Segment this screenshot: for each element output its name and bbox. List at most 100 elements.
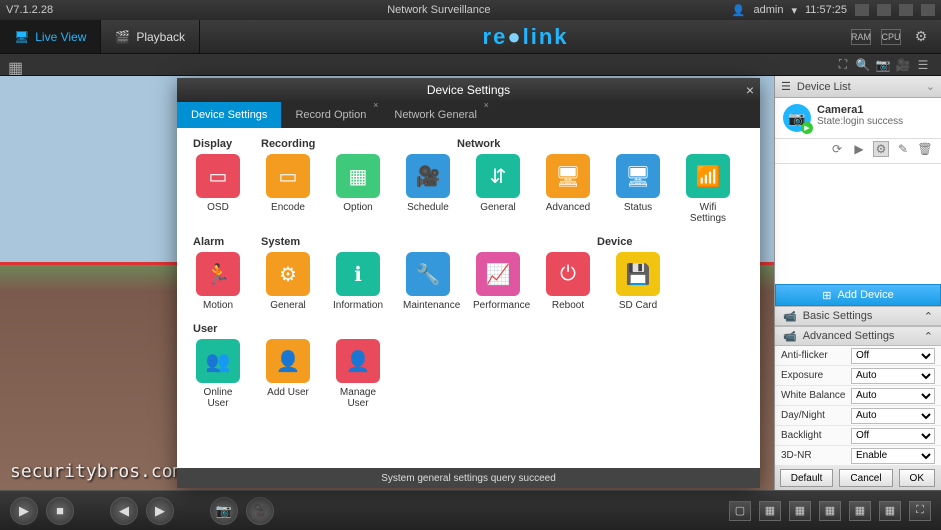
section-display: Display <box>193 138 261 150</box>
tile-online-user[interactable]: 👥Online User <box>193 339 243 409</box>
net-general-icon: ⇵ <box>476 154 520 198</box>
maximize-button[interactable] <box>877 4 891 16</box>
antiflicker-select[interactable]: Off <box>851 348 935 364</box>
tab-device-settings[interactable]: Device Settings <box>177 102 281 128</box>
camera-item[interactable]: 📷 Camera1 State:login success <box>775 98 941 139</box>
device-list-empty <box>775 164 941 284</box>
settings-footer: Default Cancel OK <box>775 466 941 490</box>
camera-settings-icon[interactable]: ⚙ <box>873 141 889 157</box>
tile-information[interactable]: ℹInformation <box>333 252 383 311</box>
layout-icon[interactable]: ▦ <box>8 58 26 72</box>
basic-settings-header[interactable]: 📹 Basic Settings ⌃ <box>775 306 941 326</box>
device-settings-modal: Device Settings × Device Settings Record… <box>177 78 760 488</box>
cancel-button[interactable]: Cancel <box>839 469 892 487</box>
tab-playback[interactable]: 🎬 Playback <box>101 20 200 53</box>
play-icon[interactable]: ▶ <box>851 141 867 157</box>
backlight-select[interactable]: Off <box>851 428 935 444</box>
record-icon[interactable]: 🎥 <box>893 58 913 72</box>
tab-close-icon[interactable]: × <box>373 100 378 110</box>
list-icon: ☰ <box>781 80 791 93</box>
tile-motion[interactable]: 🏃Motion <box>193 252 243 311</box>
layout-36-button[interactable]: ▦ <box>879 501 901 521</box>
tab-close-icon[interactable]: × <box>484 100 489 110</box>
net-advanced-icon: 🖥 <box>546 154 590 198</box>
tile-reboot[interactable]: ⏻Reboot <box>543 252 593 311</box>
settings-gear-icon[interactable]: ⚙ <box>911 29 931 45</box>
exposure-select[interactable]: Auto <box>851 368 935 384</box>
schedule-icon: 🎥 <box>406 154 450 198</box>
more-icon[interactable]: ☰ <box>913 58 933 72</box>
snapshot-icon[interactable]: 📷 <box>873 58 893 72</box>
tile-osd[interactable]: ▭OSD <box>193 154 243 224</box>
tile-manage-user[interactable]: 👤Manage User <box>333 339 383 409</box>
ok-button[interactable]: OK <box>899 469 935 487</box>
tile-option[interactable]: ▦Option <box>333 154 383 224</box>
antiflicker-label: Anti-flicker <box>781 350 851 361</box>
layout-1-button[interactable]: ▢ <box>729 501 751 521</box>
device-list-header[interactable]: ☰ Device List ⌄ <box>775 76 941 98</box>
brand-logo: re●link <box>200 24 851 50</box>
refresh-icon[interactable]: ⟳ <box>829 141 845 157</box>
video-viewport[interactable]: securitybros.com Device Settings × Devic… <box>0 76 774 490</box>
tile-performance[interactable]: 📈Performance <box>473 252 523 311</box>
right-panel: ☰ Device List ⌄ 📷 Camera1 State:login su… <box>774 76 941 490</box>
layout-16-button[interactable]: ▦ <box>819 501 841 521</box>
tile-encode[interactable]: ▭Encode <box>263 154 313 224</box>
layout-25-button[interactable]: ▦ <box>849 501 871 521</box>
performance-icon: 📈 <box>476 252 520 296</box>
camera-small-icon: 📹 <box>783 330 797 343</box>
tile-add-user[interactable]: 👤Add User <box>263 339 313 409</box>
modal-title-label: Device Settings <box>427 83 510 97</box>
manage-user-icon: 👤 <box>336 339 380 383</box>
edit-icon[interactable]: ✎ <box>895 141 911 157</box>
wifi-icon: 📶 <box>686 154 730 198</box>
record-button[interactable]: 🎥 <box>246 497 274 525</box>
stop-button[interactable]: ■ <box>46 497 74 525</box>
playback-label: Playback <box>136 30 185 44</box>
advanced-settings-header[interactable]: 📹 Advanced Settings ⌃ <box>775 326 941 346</box>
tile-net-general[interactable]: ⇵General <box>473 154 523 224</box>
lock-button[interactable] <box>899 4 913 16</box>
modal-close-button[interactable]: × <box>746 82 754 98</box>
tile-maintenance[interactable]: 🔧Maintenance <box>403 252 453 311</box>
tile-sdcard[interactable]: 💾SD Card <box>613 252 663 311</box>
tab-record-option[interactable]: Record Option× <box>281 102 380 128</box>
camera-icon: 📷 <box>783 104 811 132</box>
zoom-icon[interactable]: 🔍 <box>853 58 873 72</box>
tile-net-status[interactable]: 🖥Status <box>613 154 663 224</box>
nr3d-label: 3D-NR <box>781 450 851 461</box>
chevron-up-icon: ⌃ <box>924 310 933 323</box>
daynight-select[interactable]: Auto <box>851 408 935 424</box>
user-icon: 👤 <box>732 4 746 17</box>
next-button[interactable]: ▶ <box>146 497 174 525</box>
modal-tabs: Device Settings Record Option× Network G… <box>177 102 760 128</box>
nr3d-select[interactable]: Enable <box>851 448 935 464</box>
close-button[interactable] <box>921 4 935 16</box>
default-button[interactable]: Default <box>780 469 834 487</box>
tile-net-advanced[interactable]: 🖥Advanced <box>543 154 593 224</box>
playback-control-bar: ▶ ■ ◀ ▶ 📷 🎥 ▢ ▦ ▦ ▦ ▦ ▦ ⛶ <box>0 490 941 530</box>
layout-9-button[interactable]: ▦ <box>789 501 811 521</box>
fullscreen-button[interactable]: ⛶ <box>909 501 931 521</box>
tile-wifi[interactable]: 📶Wifi Settings <box>683 154 733 224</box>
tile-schedule[interactable]: 🎥Schedule <box>403 154 453 224</box>
watermark: securitybros.com <box>10 461 183 482</box>
osd-icon: ▭ <box>196 154 240 198</box>
tab-live-view[interactable]: 🖥 Live View <box>0 20 101 53</box>
fullscreen-icon[interactable]: ⛶ <box>833 57 853 72</box>
whitebalance-label: White Balance <box>781 390 851 401</box>
layout-4-button[interactable]: ▦ <box>759 501 781 521</box>
minimize-button[interactable] <box>855 4 869 16</box>
add-device-button[interactable]: ⊞ Add Device <box>775 284 941 306</box>
snapshot-button[interactable]: 📷 <box>210 497 238 525</box>
whitebalance-select[interactable]: Auto <box>851 388 935 404</box>
sys-general-icon: ⚙ <box>266 252 310 296</box>
user-chevron-icon[interactable]: ▾ <box>791 4 797 17</box>
tile-sys-general[interactable]: ⚙General <box>263 252 313 311</box>
delete-icon[interactable]: 🗑 <box>917 141 933 157</box>
tab-network-general[interactable]: Network General× <box>380 102 491 128</box>
play-button[interactable]: ▶ <box>10 497 38 525</box>
prev-button[interactable]: ◀ <box>110 497 138 525</box>
info-icon: ℹ <box>336 252 380 296</box>
add-user-icon: 👤 <box>266 339 310 383</box>
